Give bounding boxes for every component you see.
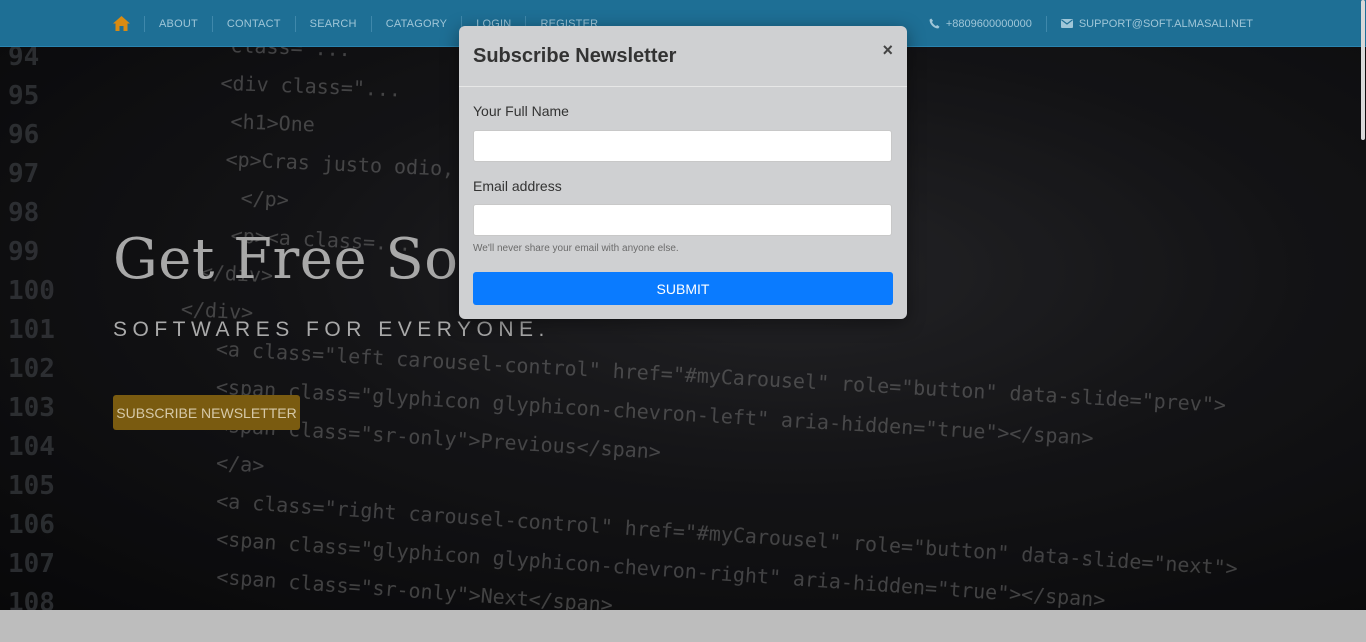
phone-number: +8809600000000 bbox=[945, 17, 1032, 30]
email-label: Email address bbox=[473, 178, 562, 194]
modal-header: Subscribe Newsletter × bbox=[459, 26, 907, 87]
hero-tagline: SOFTWARES FOR EVERYONE. bbox=[113, 318, 550, 341]
phone-icon bbox=[929, 18, 940, 29]
phone-contact[interactable]: +8809600000000 bbox=[915, 16, 1046, 32]
close-icon[interactable]: × bbox=[882, 40, 893, 60]
support-email: SUPPORT@SOFT.ALMASALI.NET bbox=[1078, 17, 1253, 30]
full-name-label: Your Full Name bbox=[473, 103, 569, 119]
email-input[interactable] bbox=[473, 204, 892, 236]
email-contact[interactable]: SUPPORT@SOFT.ALMASALI.NET bbox=[1045, 15, 1253, 32]
subscribe-modal: Subscribe Newsletter × Your Full Name Em… bbox=[459, 26, 907, 319]
envelope-icon bbox=[1060, 19, 1073, 28]
nav-category[interactable]: CATAGORY bbox=[370, 15, 462, 32]
page-scrollbar[interactable] bbox=[1361, 0, 1365, 140]
nav-about[interactable]: ABOUT bbox=[144, 15, 212, 32]
nav-search[interactable]: SEARCH bbox=[294, 15, 371, 32]
home-icon bbox=[113, 16, 130, 31]
modal-title: Subscribe Newsletter bbox=[473, 45, 677, 67]
full-name-input[interactable] bbox=[473, 130, 892, 162]
submit-button[interactable]: SUBMIT bbox=[473, 272, 893, 305]
email-help-text: We'll never share your email with anyone… bbox=[473, 243, 679, 254]
home-link[interactable] bbox=[113, 16, 144, 31]
nav-contact[interactable]: CONTACT bbox=[211, 15, 295, 32]
subscribe-newsletter-button[interactable]: SUBSCRIBE NEWSLETTER bbox=[113, 395, 300, 430]
page-footer-strip bbox=[0, 610, 1366, 642]
contact-info: +8809600000000 SUPPORT@SOFT.ALMASALI.NET bbox=[915, 0, 1253, 47]
